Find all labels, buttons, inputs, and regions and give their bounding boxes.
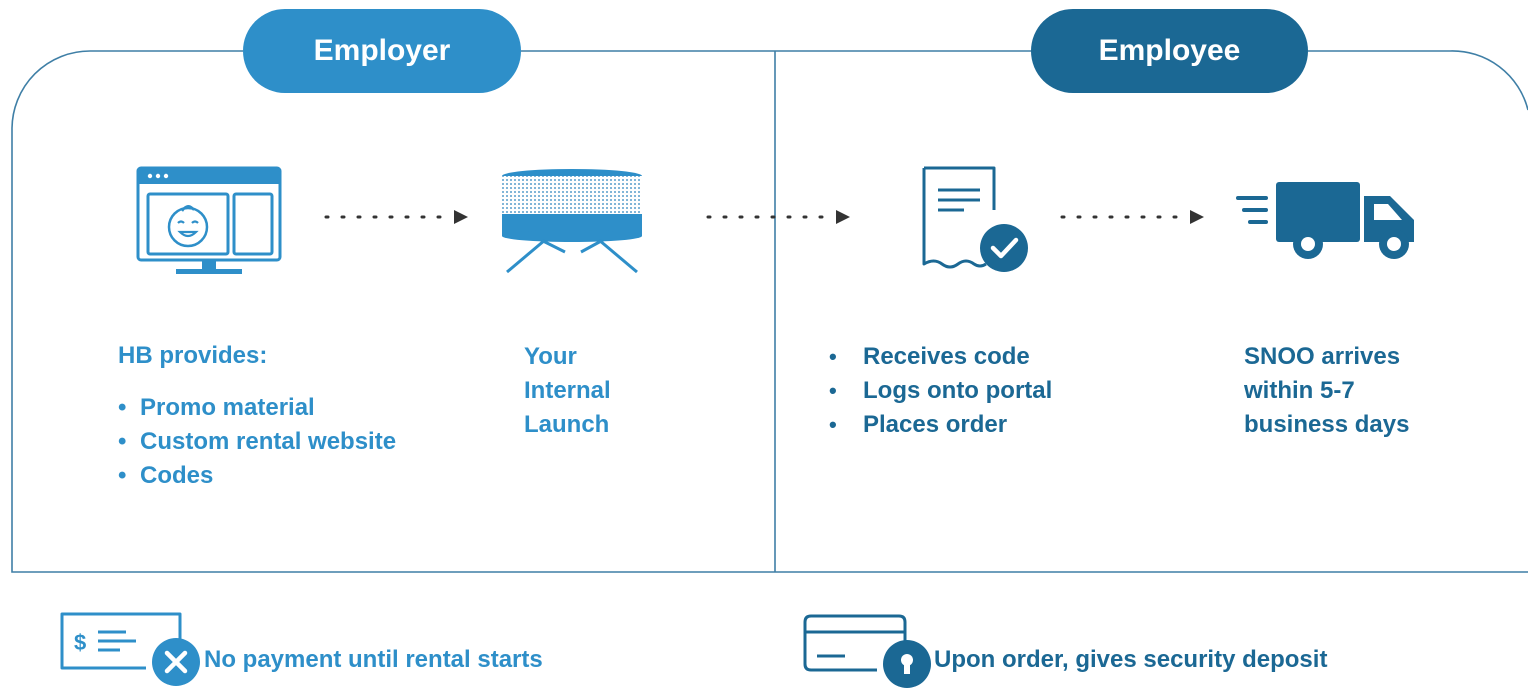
hb-provides-block: HB provides: • Promo material • Custom ren… bbox=[118, 339, 396, 493]
flow-arrow-1 bbox=[324, 210, 468, 224]
list-item: • Custom rental website bbox=[118, 428, 397, 455]
hb-provides-title: HB provides: bbox=[118, 342, 268, 369]
payment-note: No payment until rental starts bbox=[204, 646, 543, 673]
list-item: • Receives code bbox=[829, 343, 1030, 370]
credit-card-lock-icon bbox=[803, 614, 931, 688]
employee-steps-list: • Receives code • Logs onto portal • Places… bbox=[829, 340, 1052, 442]
internal-launch-label: Your Internal Launch bbox=[524, 343, 611, 438]
browser-baby-icon bbox=[136, 166, 282, 274]
delivery-truck-icon bbox=[1236, 182, 1414, 259]
flow-arrow-3 bbox=[1060, 210, 1204, 224]
flow-arrow-2 bbox=[706, 210, 850, 224]
deposit-note: Upon order, gives security deposit bbox=[934, 646, 1328, 673]
svg-text:$: $ bbox=[74, 630, 86, 655]
list-item: • Promo material bbox=[118, 394, 315, 421]
payment-check-icon: $ bbox=[60, 612, 200, 686]
bassinet-icon bbox=[502, 169, 642, 274]
list-item: • Logs onto portal bbox=[829, 377, 1053, 404]
employer-header: Employer bbox=[243, 9, 521, 93]
list-item: • Codes bbox=[118, 462, 214, 489]
employee-header: Employee bbox=[1031, 9, 1308, 93]
snoo-arrives-label: SNOO arrives within 5-7 business days bbox=[1244, 343, 1410, 438]
receipt-check-icon bbox=[922, 166, 1028, 272]
list-item: • Places order bbox=[829, 411, 1008, 438]
